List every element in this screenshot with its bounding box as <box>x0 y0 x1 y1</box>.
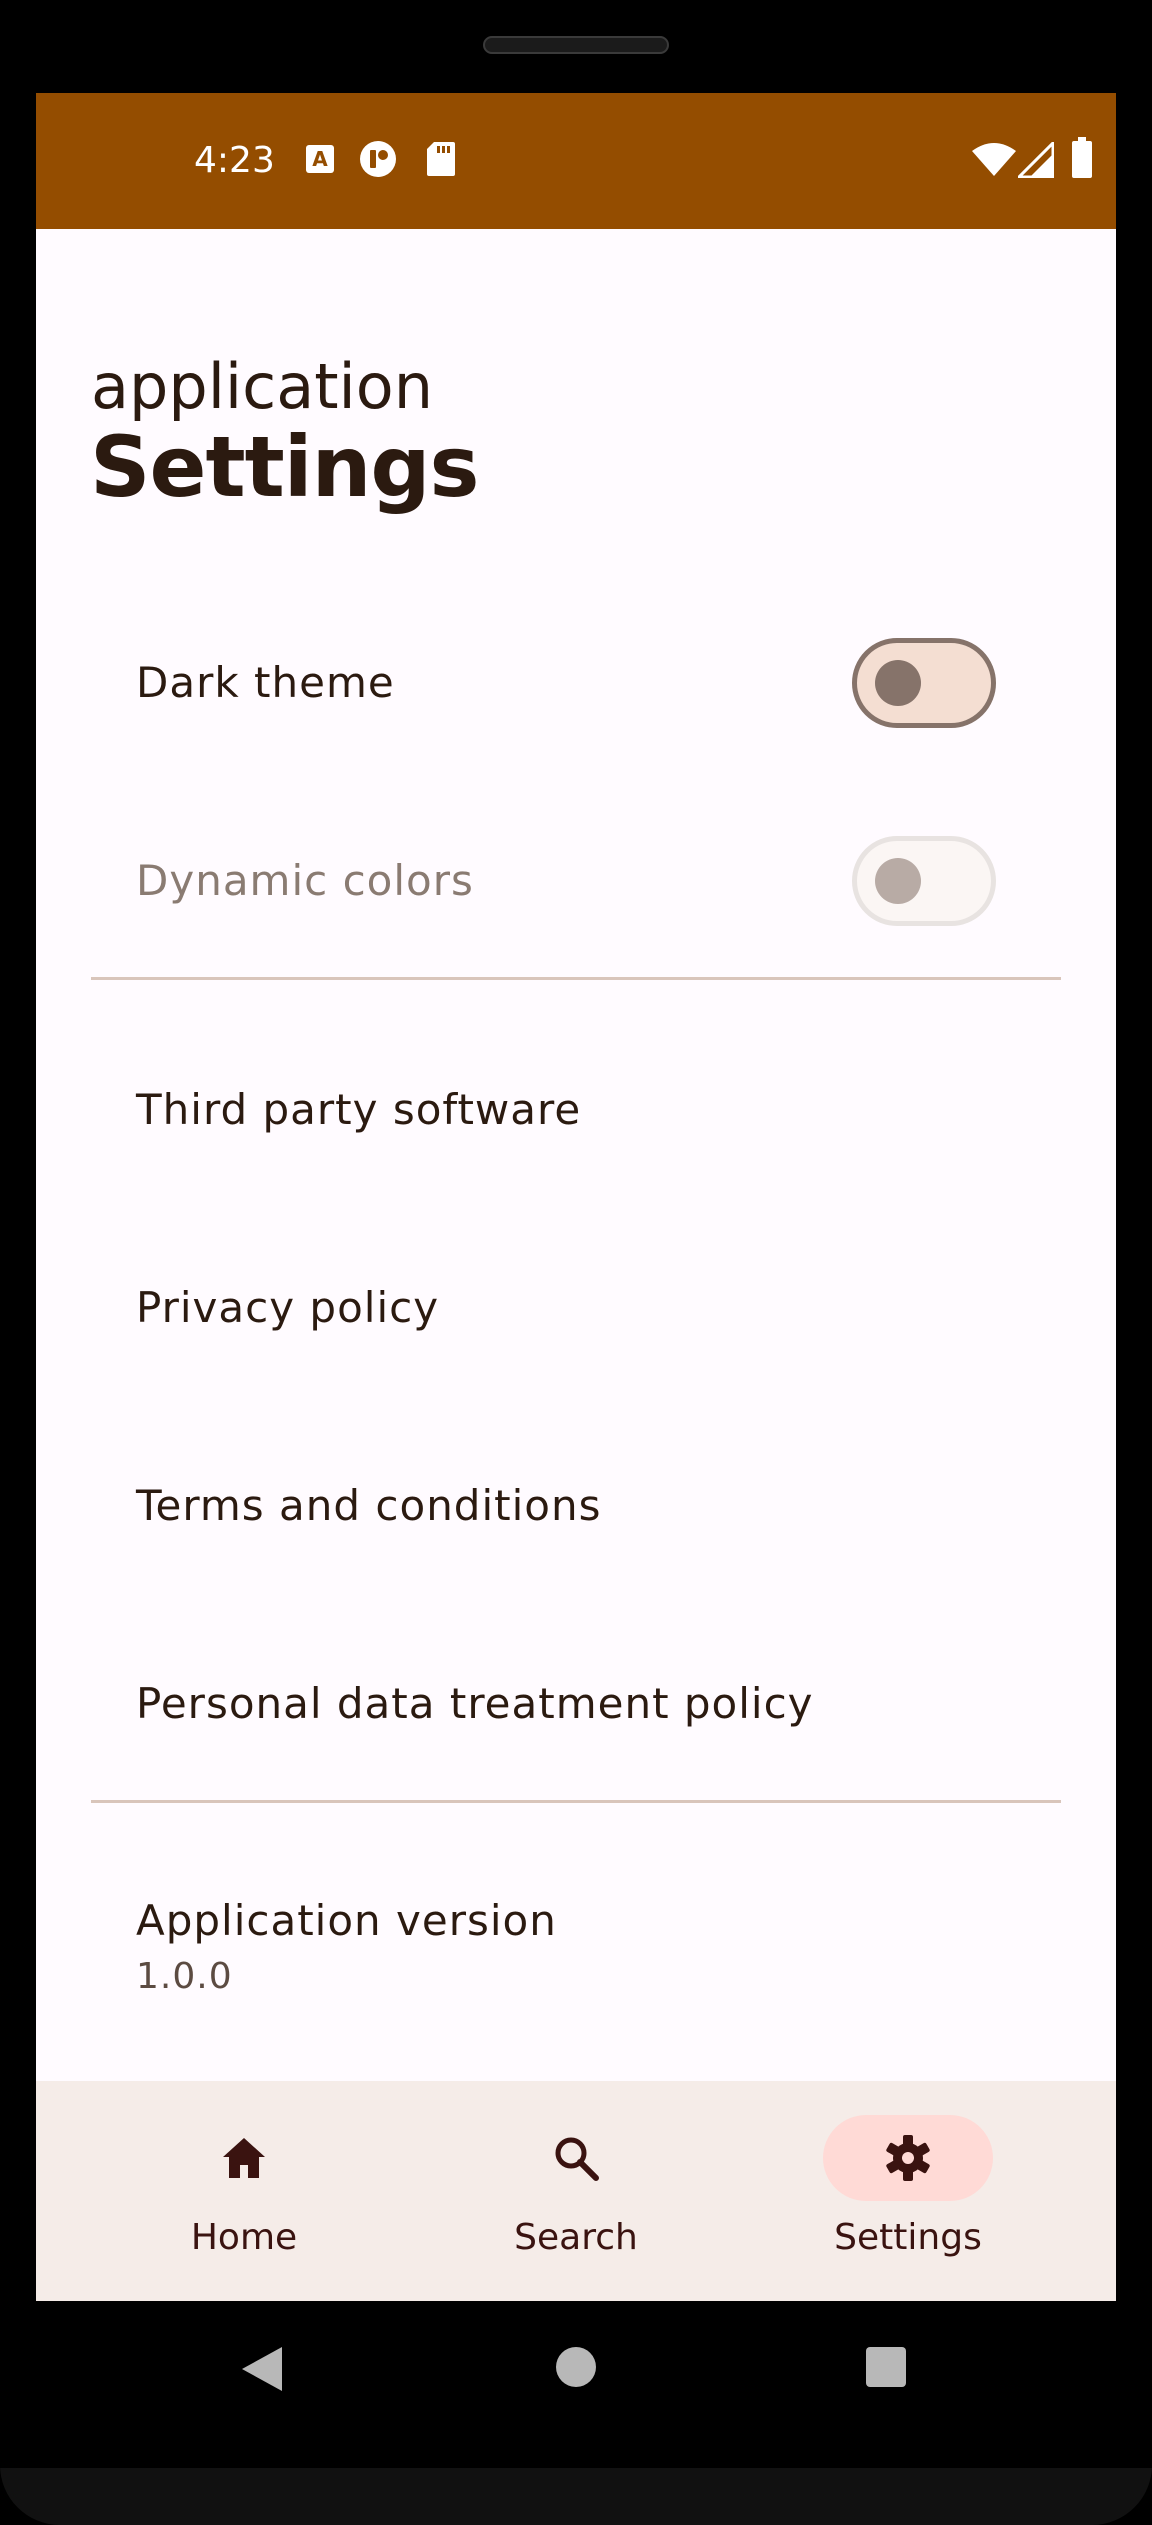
recents-icon[interactable] <box>866 2347 906 2387</box>
third-party-software-item[interactable]: Third party software <box>36 1011 1116 1209</box>
dark-theme-row[interactable]: Dark theme <box>36 584 1116 782</box>
nav-item-search[interactable]: Search <box>396 2081 756 2301</box>
nav-item-home[interactable]: Home <box>64 2081 424 2301</box>
terms-and-conditions-item[interactable]: Terms and conditions <box>36 1407 1116 1605</box>
nav-item-settings[interactable]: Settings <box>728 2081 1088 2301</box>
switch-thumb <box>875 660 921 706</box>
divider <box>91 1800 1061 1803</box>
sd-card-icon <box>427 142 455 176</box>
wifi-icon <box>972 143 1016 176</box>
home-icon <box>223 2138 265 2178</box>
notification-circle-icon <box>360 141 396 177</box>
dynamic-colors-label: Dynamic colors <box>136 856 474 905</box>
nav-label-home: Home <box>190 2217 298 2258</box>
third-party-software-label: Third party software <box>136 1085 582 1134</box>
app-version-label: Application version <box>136 1896 557 1945</box>
gear-icon <box>886 2135 930 2181</box>
status-bar: 4:23 A <box>36 93 1116 229</box>
back-icon[interactable] <box>240 2345 284 2393</box>
terms-and-conditions-label: Terms and conditions <box>136 1481 602 1530</box>
dark-theme-switch[interactable] <box>852 638 996 728</box>
dynamic-colors-row: Dynamic colors <box>36 782 1116 980</box>
svg-text:A: A <box>312 147 328 171</box>
status-time: 4:23 <box>194 140 275 181</box>
notification-a-icon: A <box>306 145 334 173</box>
divider <box>91 977 1061 980</box>
bottom-bezel <box>0 2468 1152 2525</box>
app-version-value: 1.0.0 <box>136 1956 233 1997</box>
page-title: Settings <box>90 418 479 516</box>
search-icon <box>555 2137 599 2181</box>
nav-label-settings: Settings <box>834 2217 982 2258</box>
speaker-grille <box>483 36 669 54</box>
privacy-policy-label: Privacy policy <box>136 1283 440 1332</box>
bottom-navigation: Home Search Settings <box>36 2081 1116 2301</box>
page-subtitle: application <box>91 350 433 423</box>
home-circle-icon[interactable] <box>555 2346 597 2388</box>
personal-data-policy-label: Personal data treatment policy <box>136 1679 814 1728</box>
privacy-policy-item[interactable]: Privacy policy <box>36 1209 1116 1407</box>
nav-label-search: Search <box>514 2217 638 2258</box>
app-screen: 4:23 A application Settings Dark theme D… <box>36 93 1116 2301</box>
switch-thumb <box>875 858 921 904</box>
signal-icon <box>1018 142 1054 178</box>
device-frame: 4:23 A application Settings Dark theme D… <box>0 0 1152 2525</box>
personal-data-policy-item[interactable]: Personal data treatment policy <box>36 1605 1116 1803</box>
dynamic-colors-switch <box>852 836 996 926</box>
battery-icon <box>1072 137 1092 178</box>
system-navigation-bar <box>0 2301 1152 2433</box>
dark-theme-label: Dark theme <box>136 658 395 707</box>
